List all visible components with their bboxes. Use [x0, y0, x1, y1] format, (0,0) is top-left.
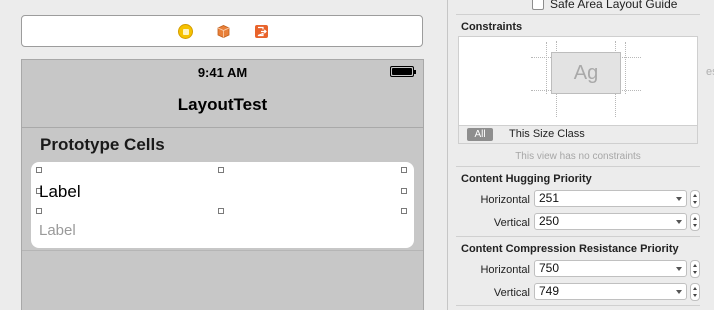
- clipped-panel-text: es: [706, 66, 714, 78]
- section-header[interactable]: Prototype Cells: [40, 135, 165, 155]
- prototype-cell[interactable]: Label Label: [31, 162, 414, 248]
- first-responder-icon[interactable]: [216, 24, 231, 39]
- chevron-down-icon: [676, 267, 682, 271]
- safe-area-row[interactable]: Safe Area Layout Guide: [532, 0, 677, 11]
- status-time: 9:41 AM: [197, 65, 248, 80]
- hugging-horizontal-stepper[interactable]: [690, 190, 700, 208]
- compression-horizontal-popup[interactable]: 750: [534, 260, 687, 277]
- view-preview: Ag: [551, 52, 621, 94]
- compression-vertical-value: 749: [539, 284, 560, 298]
- constraints-editor[interactable]: Ag: [458, 36, 698, 126]
- no-constraints-message: This view has no constraints: [515, 151, 641, 162]
- hugging-horizontal-value: 251: [539, 191, 560, 205]
- resize-handle[interactable]: [218, 208, 224, 214]
- view-controller-icon[interactable]: [178, 24, 193, 39]
- table-separator: [22, 250, 423, 251]
- resize-handle[interactable]: [36, 208, 42, 214]
- resize-handle[interactable]: [401, 167, 407, 173]
- hugging-horizontal-popup[interactable]: 251: [534, 190, 687, 207]
- chevron-down-icon: [676, 220, 682, 224]
- divider: [456, 166, 700, 167]
- resize-handle[interactable]: [401, 188, 407, 194]
- divider: [456, 305, 700, 306]
- hugging-heading: Content Hugging Priority: [461, 173, 592, 185]
- iphone-scene[interactable]: 9:41 AM LayoutTest Prototype Cells Label…: [21, 59, 424, 310]
- exit-icon[interactable]: [254, 24, 269, 39]
- compression-vertical-label: Vertical: [493, 287, 530, 299]
- size-class-bar: All This Size Class: [458, 126, 698, 144]
- chevron-down-icon: [676, 290, 682, 294]
- scene-dock: [21, 15, 423, 47]
- compression-vertical-stepper[interactable]: [690, 283, 700, 301]
- cell-title-label[interactable]: Label: [39, 182, 81, 202]
- divider: [456, 236, 700, 237]
- cell-subtitle-label[interactable]: Label: [39, 222, 76, 239]
- size-class-label[interactable]: This Size Class: [509, 128, 585, 140]
- compression-heading: Content Compression Resistance Priority: [461, 243, 679, 255]
- navigation-bar[interactable]: LayoutTest: [22, 84, 423, 128]
- size-class-all-button[interactable]: All: [467, 128, 493, 141]
- battery-icon: [390, 66, 416, 77]
- hugging-horizontal-label: Horizontal: [480, 194, 530, 206]
- resize-handle[interactable]: [218, 167, 224, 173]
- hugging-vertical-label: Vertical: [493, 217, 530, 229]
- size-inspector: Safe Area Layout Guide Constraints Ag Al…: [447, 0, 714, 310]
- hugging-vertical-popup[interactable]: 250: [534, 213, 687, 230]
- resize-handle[interactable]: [401, 208, 407, 214]
- compression-horizontal-label: Horizontal: [480, 264, 530, 276]
- nav-title[interactable]: LayoutTest: [22, 95, 423, 115]
- hugging-vertical-stepper[interactable]: [690, 213, 700, 231]
- constraints-heading: Constraints: [461, 21, 523, 33]
- chevron-down-icon: [676, 197, 682, 201]
- compression-horizontal-value: 750: [539, 261, 560, 275]
- hugging-vertical-value: 250: [539, 214, 560, 228]
- divider: [456, 14, 700, 15]
- storyboard-canvas[interactable]: 9:41 AM LayoutTest Prototype Cells Label…: [0, 0, 447, 310]
- safe-area-checkbox[interactable]: [532, 0, 544, 10]
- status-bar: 9:41 AM: [22, 60, 423, 84]
- resize-handle[interactable]: [36, 167, 42, 173]
- compression-vertical-popup[interactable]: 749: [534, 283, 687, 300]
- safe-area-label: Safe Area Layout Guide: [550, 0, 678, 11]
- compression-horizontal-stepper[interactable]: [690, 260, 700, 278]
